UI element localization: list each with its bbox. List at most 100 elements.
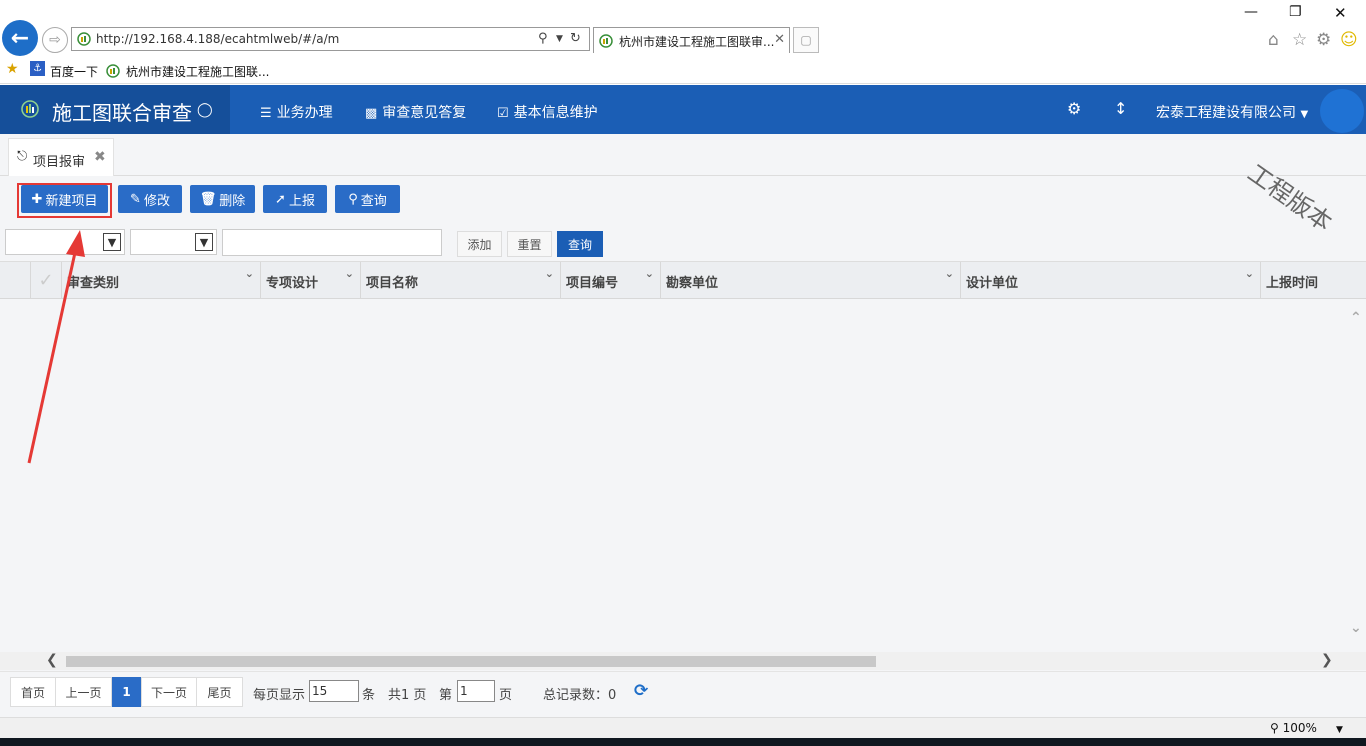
site-favicon-icon	[77, 32, 91, 46]
page-label: 第	[439, 688, 453, 703]
new-tab-button[interactable]: ▢	[793, 27, 819, 53]
forward-button[interactable]: ⇨	[42, 27, 68, 53]
col-special-design[interactable]: 专项设计 ⌄	[261, 262, 361, 299]
zoom-control[interactable]: ⚲ 100% ▼	[1270, 721, 1343, 735]
baidu-icon: ⚓	[30, 61, 45, 76]
search-icon[interactable]: ⚲	[538, 31, 548, 46]
settings-gear-icon[interactable]: ⚙	[1316, 30, 1331, 50]
tab-project-review[interactable]: ⎋ 项目报审 ✖	[8, 138, 114, 176]
chevron-down-icon[interactable]: ⌄	[645, 267, 654, 280]
nav-business[interactable]: ☰ 业务办理	[260, 102, 333, 122]
dropdown-icon[interactable]: ▼	[556, 34, 563, 44]
nav-review-reply-label: 审查意见答复	[382, 105, 467, 121]
last-page-button[interactable]: 尾页	[196, 677, 243, 707]
filter-query-button[interactable]: 查询	[557, 231, 603, 257]
chevron-down-icon: ▼	[195, 233, 213, 251]
nav-review-reply[interactable]: ▩ 审查意见答复	[365, 102, 466, 122]
settings-icon[interactable]: ⚙	[1067, 99, 1081, 118]
data-grid: ✓ 审查类别 ⌄ 专项设计 ⌄ 项目名称 ⌄ 项目编号 ⌄ 勘察单位 ⌄ 设计单位 ⌄ 上报…	[0, 261, 1366, 671]
restore-icon[interactable]: ❐	[1289, 4, 1302, 20]
favorite-link-site[interactable]: 杭州市建设工程施工图联...	[126, 63, 269, 80]
row-number-header	[0, 262, 31, 299]
sort-arrows-icon[interactable]: ↕	[1114, 99, 1127, 118]
zoom-icon: ⚲	[1270, 721, 1279, 735]
col-survey-unit-label: 勘察单位	[666, 276, 719, 291]
scroll-left-icon[interactable]: ❮	[46, 652, 58, 668]
company-menu[interactable]: 宏泰工程建设有限公司 ▼	[1156, 102, 1308, 122]
favorite-link-baidu[interactable]: 百度一下	[50, 63, 98, 80]
filter-reset-button[interactable]: 重置	[507, 231, 552, 257]
col-design-unit-label: 设计单位	[966, 276, 1019, 291]
zoom-level: 100%	[1282, 721, 1317, 735]
nav-basic-info[interactable]: ☑ 基本信息维护	[497, 102, 598, 122]
minimize-icon[interactable]: —	[1244, 4, 1258, 20]
app-menu-chevron-icon[interactable]: ◯	[197, 102, 213, 118]
query-button[interactable]: ⚲ 查询	[335, 185, 400, 213]
favorites-star-icon[interactable]: ☆	[1292, 30, 1307, 50]
app-title: 施工图联合审查	[52, 101, 192, 125]
chevron-down-icon[interactable]: ⌄	[945, 267, 954, 280]
col-survey-unit[interactable]: 勘察单位 ⌄	[661, 262, 961, 299]
page-suffix: 页	[499, 688, 513, 703]
refresh-icon[interactable]: ↻	[570, 31, 581, 46]
filter-field-select[interactable]: ▼	[5, 229, 125, 255]
chevron-down-icon[interactable]: ⌄	[545, 267, 554, 280]
filter-add-button[interactable]: 添加	[457, 231, 502, 257]
close-tab-icon[interactable]: ✕	[774, 32, 785, 47]
nav-basic-info-label: 基本信息维护	[513, 105, 598, 121]
bar-chart-icon: ▩	[365, 106, 378, 121]
app-header: 施工图联合审查 ◯ ☰ 业务办理 ▩ 审查意见答复 ☑ 基本信息维护 ⚙ ↕ 宏泰工程…	[0, 85, 1366, 134]
favorite-site-icon	[106, 64, 120, 78]
page-number-input[interactable]: 1	[457, 680, 495, 702]
new-tab-icon: ▢	[800, 33, 812, 47]
scroll-down-icon[interactable]: ⌄	[1350, 620, 1362, 636]
chevron-down-icon[interactable]: ⌄	[245, 267, 254, 280]
total-pages: 共1 页	[388, 688, 427, 703]
col-review-type[interactable]: 审查类别 ⌄	[61, 262, 261, 299]
favorites-icon[interactable]: ★	[6, 61, 19, 77]
grid-header: ✓ 审查类别 ⌄ 专项设计 ⌄ 项目名称 ⌄ 项目编号 ⌄ 勘察单位 ⌄ 设计单位 ⌄ 上报…	[0, 262, 1366, 299]
back-button[interactable]: ←	[2, 20, 38, 56]
filter-value-input[interactable]	[222, 229, 442, 256]
scroll-right-icon[interactable]: ❯	[1321, 652, 1333, 668]
delete-button[interactable]: 🗑 删除	[190, 185, 255, 213]
scrollbar-thumb[interactable]	[66, 656, 876, 667]
address-bar[interactable]: http://192.168.4.188/ecahtmlweb/#/a/m ⚲ …	[71, 27, 590, 51]
chevron-down-icon[interactable]: ⌄	[345, 267, 354, 280]
close-window-icon[interactable]: ✕	[1334, 4, 1347, 22]
col-project-number[interactable]: 项目编号 ⌄	[561, 262, 661, 299]
chevron-down-icon[interactable]: ⌄	[1245, 267, 1254, 280]
checkbox-edit-icon: ☑	[497, 106, 509, 121]
tab-project-review-label: 项目报审	[33, 155, 86, 170]
current-page-button[interactable]: 1	[112, 677, 141, 707]
select-all-checkbox[interactable]: ✓	[31, 262, 61, 299]
refresh-icon[interactable]: ⟳	[634, 681, 648, 701]
upload-icon: ⎋	[17, 149, 28, 164]
next-page-button[interactable]: 下一页	[141, 677, 197, 707]
col-submit-time[interactable]: 上报时间	[1261, 262, 1366, 299]
horizontal-scrollbar[interactable]: ❮ ❯	[0, 652, 1366, 670]
col-project-name[interactable]: 项目名称 ⌄	[361, 262, 561, 299]
first-page-button[interactable]: 首页	[10, 677, 56, 707]
per-page-label: 每页显示	[253, 688, 306, 703]
close-page-tab-icon[interactable]: ✖	[94, 149, 106, 165]
logo-icon	[21, 100, 39, 118]
pagination: 首页 上一页 1 下一页 尾页 每页显示 15 条 共1 页 第 1 页 总记录…	[0, 671, 1366, 717]
browser-tab[interactable]: 杭州市建设工程施工图联审... ✕	[593, 27, 790, 53]
tab-title: 杭州市建设工程施工图联审...	[619, 35, 775, 49]
filter-operator-select[interactable]: ▼	[130, 229, 217, 255]
scroll-up-icon[interactable]: ⌃	[1350, 310, 1362, 326]
smiley-icon[interactable]: ☺	[1340, 30, 1358, 50]
edit-button[interactable]: ✎ 修改	[118, 185, 182, 213]
home-icon[interactable]: ⌂	[1268, 30, 1279, 50]
tab-favicon-icon	[599, 34, 613, 48]
prev-page-button[interactable]: 上一页	[55, 677, 112, 707]
avatar[interactable]	[1320, 89, 1364, 133]
delete-label: 删除	[219, 193, 246, 209]
list-icon: ☰	[260, 106, 272, 121]
per-page-input[interactable]: 15	[309, 680, 359, 702]
browser-chrome: ← ⇨ http://192.168.4.188/ecahtmlweb/#/a/…	[0, 0, 1366, 85]
brand[interactable]: 施工图联合审查 ◯	[0, 85, 230, 134]
col-design-unit[interactable]: 设计单位 ⌄	[961, 262, 1261, 299]
submit-button[interactable]: ➚ 上报	[263, 185, 327, 213]
